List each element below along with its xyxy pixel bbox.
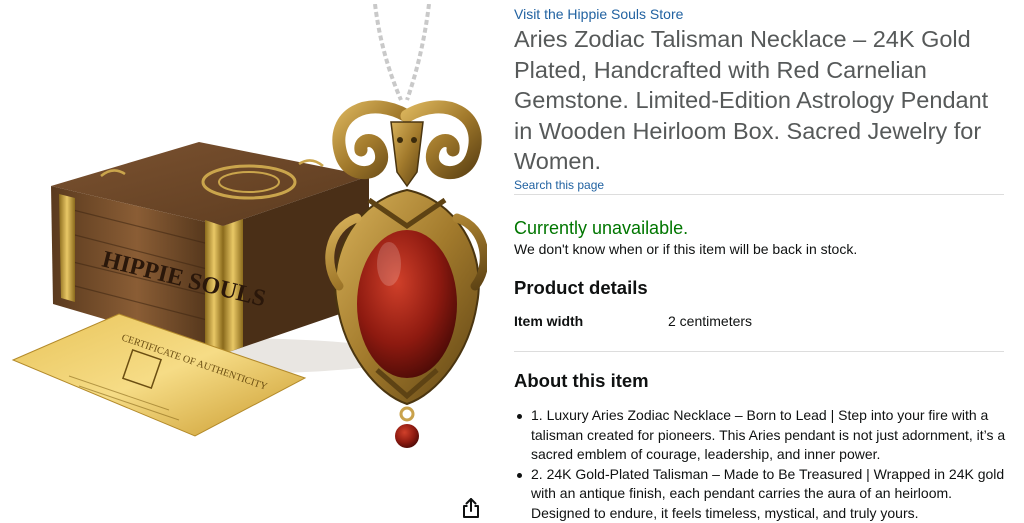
product-photo: HIPPIE SOULS CERTIFICATE OF AUTHENTICITY: [11, 4, 487, 448]
product-title: Aries Zodiac Talisman Necklace – 24K Gol…: [514, 26, 989, 174]
divider: [514, 194, 1004, 195]
availability-status: Currently unavailable.: [514, 218, 689, 238]
about-heading: About this item: [514, 370, 649, 391]
product-details-heading: Product details: [514, 277, 648, 298]
store-link[interactable]: Visit the Hippie Souls Store: [514, 6, 683, 22]
divider: [514, 351, 1004, 352]
stock-note: We don't know when or if this item will …: [514, 241, 858, 257]
detail-key: Item width: [514, 313, 584, 329]
about-bullet-list: 1. Luxury Aries Zodiac Necklace – Born t…: [517, 406, 1009, 523]
share-icon[interactable]: [461, 497, 481, 519]
detail-value: 2 centimeters: [668, 313, 753, 329]
list-item: 1. Luxury Aries Zodiac Necklace – Born t…: [517, 406, 1009, 465]
search-page-link[interactable]: Search this page: [514, 178, 604, 192]
list-item: 2. 24K Gold-Plated Talisman – Made to Be…: [517, 465, 1009, 523]
image-column: HIPPIE SOULS CERTIFICATE OF AUTHENTICITY: [0, 0, 490, 523]
product-image[interactable]: HIPPIE SOULS CERTIFICATE OF AUTHENTICITY: [9, 4, 487, 480]
detail-row-item-width: Item width 2 centimeters: [514, 313, 1004, 331]
